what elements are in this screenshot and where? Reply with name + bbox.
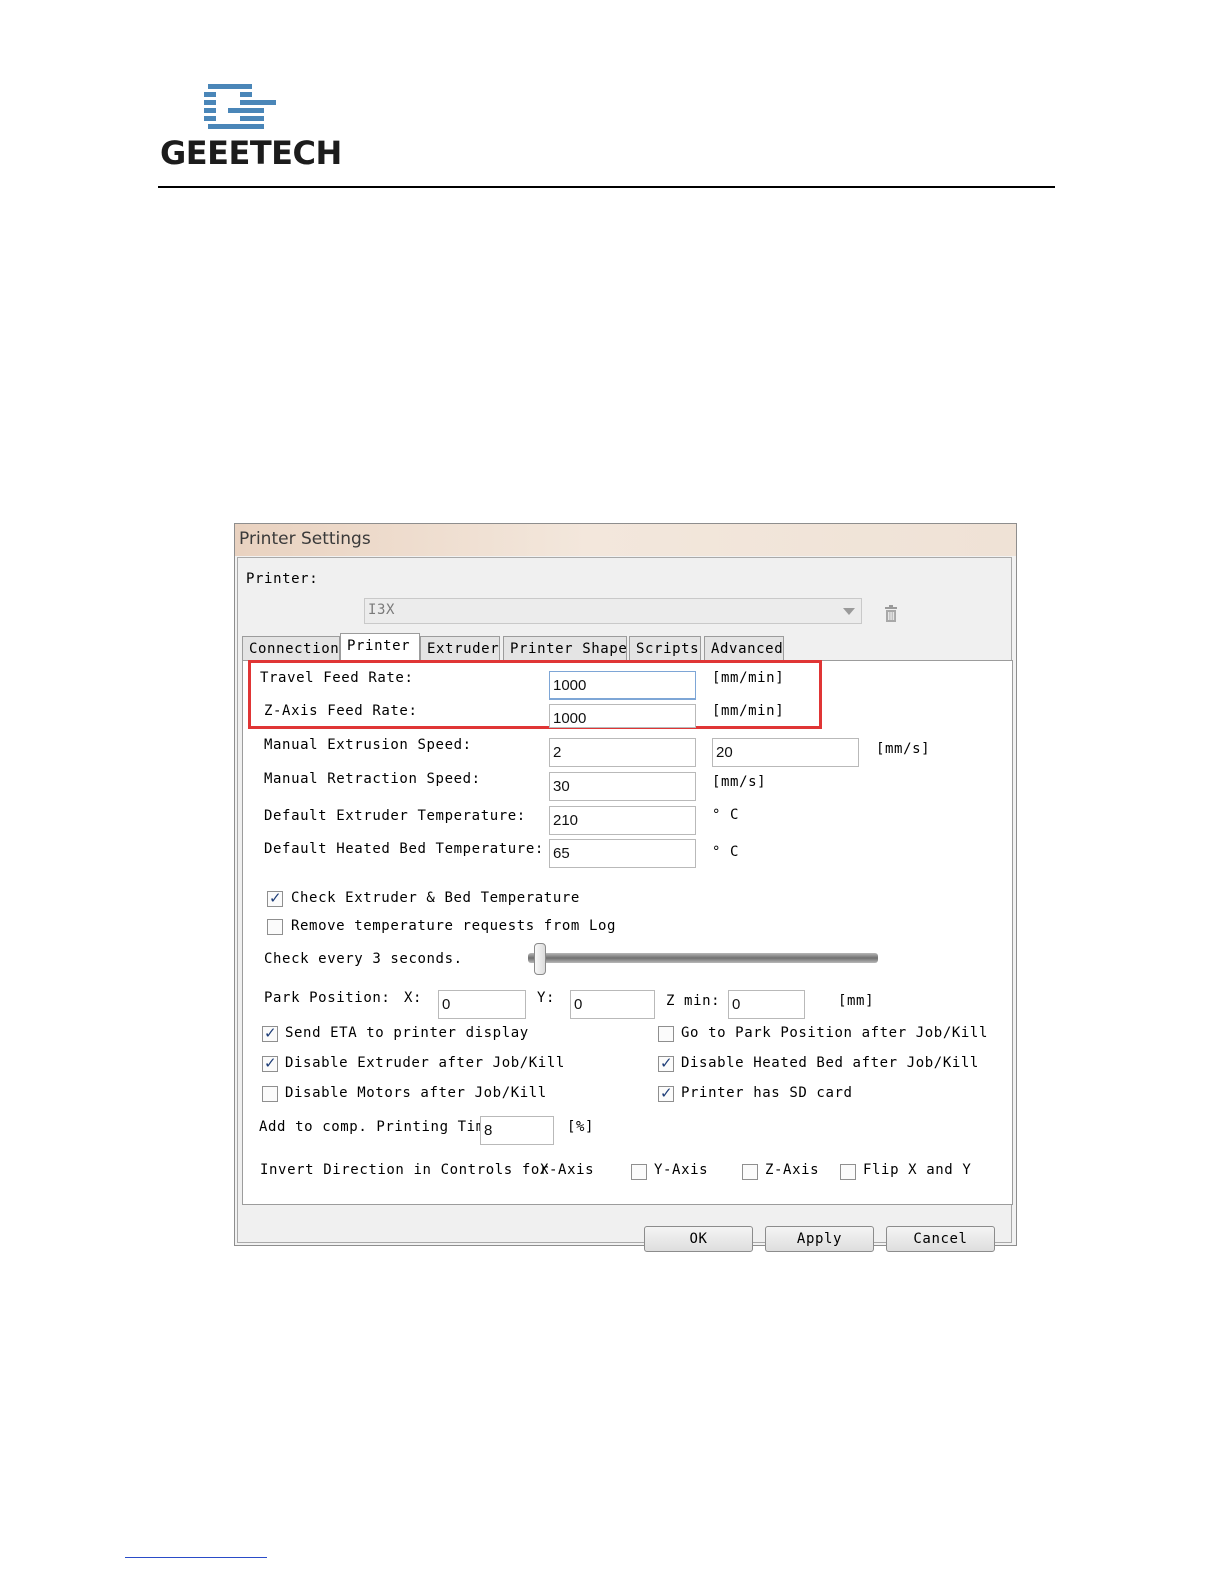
manual-extrusion-speed-input-2[interactable]: 20 [712, 738, 859, 767]
flip-xy-label: Flip X and Y [863, 1162, 972, 1178]
send-eta-checkbox[interactable]: ✓ [262, 1024, 278, 1042]
invert-x-label: X-Axis [540, 1162, 595, 1178]
check-interval-slider[interactable] [528, 953, 878, 963]
checkmark-icon: ✓ [264, 1054, 277, 1072]
slider-thumb[interactable] [534, 943, 546, 975]
checkmark-icon: ✓ [269, 889, 282, 907]
go-to-park-checkbox[interactable] [658, 1026, 674, 1042]
tab-printer-shape[interactable]: Printer Shape [503, 636, 627, 660]
manual-retraction-speed-unit: [mm/s] [712, 774, 767, 790]
z-axis-feed-rate-label: Z-Axis Feed Rate: [264, 703, 418, 719]
invert-z-checkbox[interactable] [742, 1164, 758, 1180]
invert-direction-label: Invert Direction in Controls for [260, 1162, 549, 1178]
ok-button[interactable]: OK [644, 1226, 753, 1252]
check-interval-label: Check every 3 seconds. [264, 951, 463, 967]
park-position-label: Park Position: [264, 990, 391, 1006]
park-zmin-input[interactable]: 0 [728, 990, 805, 1019]
footer-link-underline [125, 1557, 267, 1558]
disable-motors-label: Disable Motors after Job/Kill [285, 1085, 547, 1101]
manual-retraction-speed-input[interactable]: 30 [549, 772, 696, 801]
park-zmin-label: Z min: [666, 993, 721, 1009]
tab-scripts[interactable]: Scripts [629, 636, 701, 660]
park-x-input[interactable]: 0 [438, 990, 526, 1019]
disable-extruder-label: Disable Extruder after Job/Kill [285, 1055, 565, 1071]
go-to-park-label: Go to Park Position after Job/Kill [681, 1025, 988, 1041]
window-body: Printer: I3X Connection Printer Extruder… [237, 557, 1013, 1252]
park-unit: [mm] [838, 993, 875, 1009]
gt-logo-mark [204, 84, 276, 129]
chevron-down-icon[interactable] [843, 608, 855, 615]
send-eta-label: Send ETA to printer display [285, 1025, 529, 1041]
check-temp-checkbox[interactable]: ✓ [267, 889, 283, 907]
travel-feed-rate-input[interactable]: 1000 [549, 671, 696, 700]
default-heated-bed-temperature-input[interactable]: 65 [549, 839, 696, 868]
z-axis-feed-rate-input[interactable]: 1000 [549, 704, 696, 728]
header-divider [158, 186, 1055, 188]
disable-heated-bed-checkbox[interactable]: ✓ [658, 1054, 674, 1072]
disable-heated-bed-label: Disable Heated Bed after Job/Kill [681, 1055, 979, 1071]
park-y-label: Y: [537, 990, 556, 1006]
trash-icon[interactable] [884, 605, 898, 623]
apply-button[interactable]: Apply [765, 1226, 874, 1252]
default-heated-bed-temperature-label: Default Heated Bed Temperature: [264, 841, 544, 857]
park-x-label: X: [404, 990, 423, 1006]
tab-advanced[interactable]: Advanced [704, 636, 784, 660]
default-heated-bed-temperature-unit: ° C [712, 844, 740, 860]
manual-retraction-speed-label: Manual Retraction Speed: [264, 771, 481, 787]
checkmark-icon: ✓ [660, 1084, 673, 1102]
cancel-button[interactable]: Cancel [886, 1226, 995, 1252]
title-bar[interactable]: Printer Settings [235, 524, 1016, 556]
checkmark-icon: ✓ [660, 1054, 673, 1072]
window-title: Printer Settings [239, 529, 371, 549]
print-time-label: Add to comp. Printing Time [259, 1119, 494, 1135]
logo-wordmark: GEEETECH [160, 134, 342, 172]
manual-extrusion-speed-input[interactable]: 2 [549, 738, 696, 767]
manual-extrusion-speed-label: Manual Extrusion Speed: [264, 737, 472, 753]
remove-temp-requests-label: Remove temperature requests from Log [291, 918, 617, 934]
invert-y-label: Y-Axis [654, 1162, 709, 1178]
remove-temp-requests-checkbox[interactable] [267, 919, 283, 935]
printer-select[interactable]: I3X [364, 598, 862, 624]
travel-feed-rate-label: Travel Feed Rate: [260, 670, 414, 686]
default-extruder-temperature-label: Default Extruder Temperature: [264, 808, 526, 824]
invert-z-label: Z-Axis [765, 1162, 820, 1178]
default-extruder-temperature-unit: ° C [712, 807, 740, 823]
has-sd-card-checkbox[interactable]: ✓ [658, 1084, 674, 1102]
default-extruder-temperature-input[interactable]: 210 [549, 806, 696, 835]
print-time-input[interactable]: 8 [480, 1116, 554, 1145]
disable-motors-checkbox[interactable] [262, 1086, 278, 1102]
z-axis-feed-rate-unit: [mm/min] [712, 703, 785, 719]
printer-select-value: I3X [368, 602, 396, 618]
printer-label: Printer: [246, 571, 319, 587]
has-sd-card-label: Printer has SD card [681, 1085, 853, 1101]
manual-extrusion-speed-unit: [mm/s] [876, 741, 931, 757]
print-time-unit: [%] [567, 1119, 595, 1135]
checkmark-icon: ✓ [264, 1024, 277, 1042]
travel-feed-rate-unit: [mm/min] [712, 670, 785, 686]
invert-y-checkbox[interactable] [631, 1164, 647, 1180]
park-y-input[interactable]: 0 [570, 990, 655, 1019]
tab-printer[interactable]: Printer [340, 633, 420, 661]
disable-extruder-checkbox[interactable]: ✓ [262, 1054, 278, 1072]
check-temp-label: Check Extruder & Bed Temperature [291, 890, 580, 906]
tab-connection[interactable]: Connection [242, 636, 340, 660]
printer-settings-window: Printer Settings Printer: I3X Connection… [234, 523, 1017, 1252]
flip-xy-checkbox[interactable] [840, 1164, 856, 1180]
tab-extruder[interactable]: Extruder [420, 636, 500, 660]
